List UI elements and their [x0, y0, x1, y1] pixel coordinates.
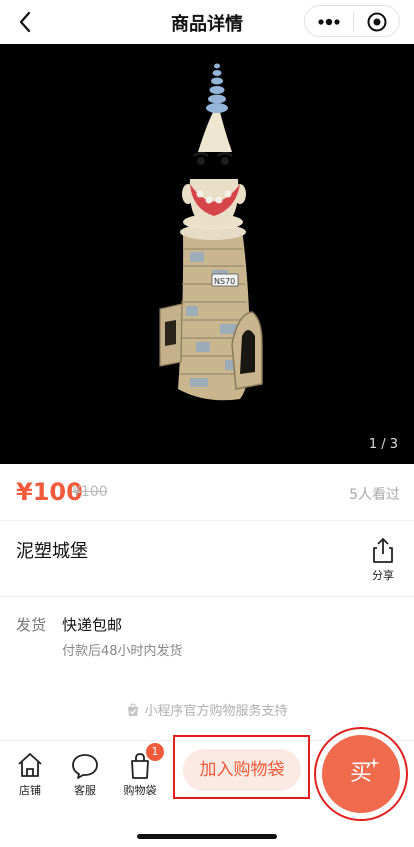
shipping-note: 付款后48小时内发货: [62, 644, 183, 659]
mini-program-capsule: [304, 5, 400, 37]
home-indicator: [137, 834, 277, 839]
shipping-label: 发货: [16, 616, 47, 634]
nav-bar: 商品详情: [0, 0, 414, 44]
customer-service-tab[interactable]: 客服: [65, 750, 105, 798]
store-label: 店铺: [19, 784, 41, 797]
product-image-gallery[interactable]: NS70 1 / 3: [0, 44, 414, 464]
product-image: NS70: [159, 63, 263, 401]
cart-count-badge: 1: [146, 743, 164, 761]
share-button[interactable]: 分享: [368, 536, 398, 584]
bottom-action-bar: 店铺 客服 购物袋 1 加入购物袋 买: [0, 727, 414, 847]
store-tab[interactable]: 店铺: [10, 750, 50, 798]
support-text: 小程序官方购物服务支持: [144, 704, 288, 719]
more-icon[interactable]: [305, 6, 353, 38]
share-label: 分享: [372, 569, 394, 582]
customer-service-label: 客服: [74, 784, 96, 797]
close-target-icon[interactable]: [353, 6, 401, 38]
view-count: 5人看过: [349, 487, 400, 503]
section-divider: [0, 596, 414, 597]
product-name: 泥塑城堡: [16, 541, 88, 562]
original-price: ¥100: [72, 484, 108, 500]
share-icon: [373, 538, 393, 563]
image-counter: 1 / 3: [368, 437, 398, 452]
shopping-bag-check-icon: [128, 703, 139, 716]
shipping-value: 快递包邮: [62, 616, 123, 634]
store-icon: [18, 753, 42, 777]
sparkle-icon: [368, 757, 380, 769]
chat-icon: [72, 754, 98, 779]
price-row: ¥100 ¥100 5人看过: [0, 464, 414, 520]
service-support: 小程序官方购物服务支持: [0, 700, 414, 719]
svg-text:NS70: NS70: [214, 277, 235, 286]
cart-label: 购物袋: [123, 784, 157, 797]
buy-now-button[interactable]: 买: [322, 735, 400, 813]
add-to-cart-button[interactable]: 加入购物袋: [183, 749, 301, 791]
section-divider: [0, 520, 414, 521]
